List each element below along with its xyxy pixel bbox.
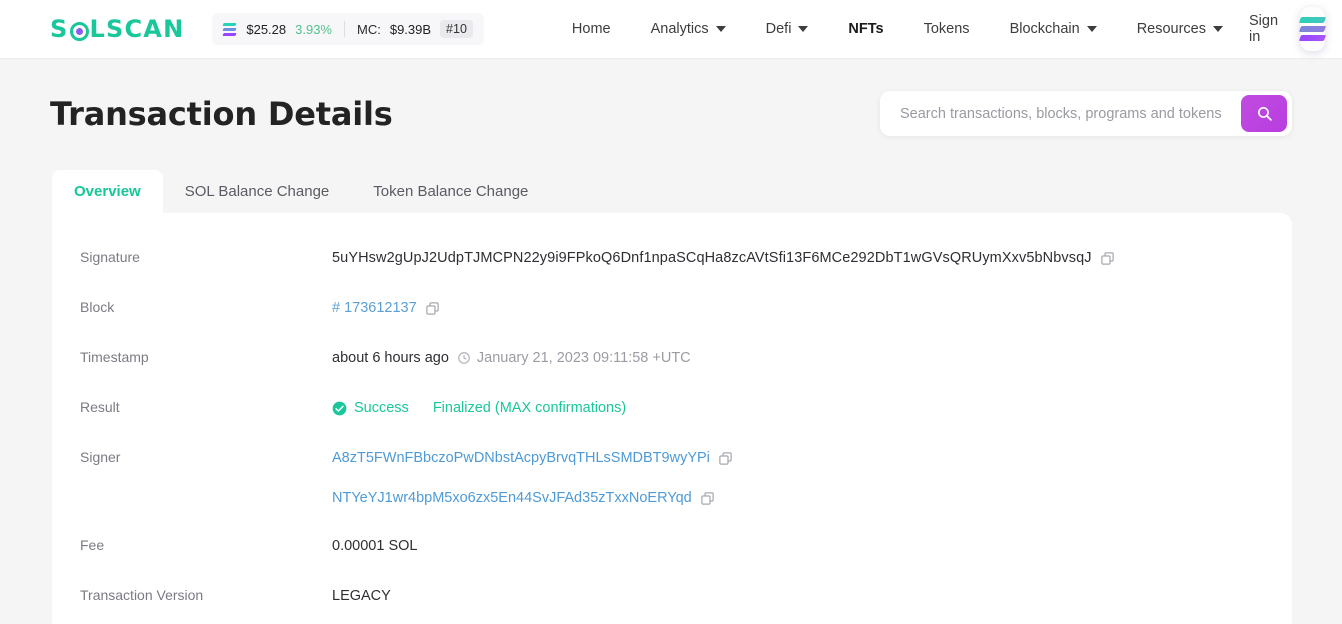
top-navigation-bar: S LSCAN $25.28 3.93% MC: $9.39B #10 Home … <box>0 0 1342 59</box>
signature-value: 5uYHsw2gUpJ2UdpTJMCPN22y9i9FPkoQ6Dnf1npa… <box>332 247 1092 269</box>
search-button[interactable] <box>1241 95 1287 132</box>
tab-label: Token Balance Change <box>373 183 528 200</box>
check-circle-icon <box>332 401 347 416</box>
row-value: about 6 hours ago January 21, 2023 09:11… <box>332 343 691 369</box>
nav-item-defi[interactable]: Defi <box>746 21 829 37</box>
chevron-down-icon <box>1087 26 1097 32</box>
tab-token-balance-change[interactable]: Token Balance Change <box>351 170 550 213</box>
clock-icon <box>457 351 471 365</box>
chevron-down-icon <box>716 26 726 32</box>
tab-label: SOL Balance Change <box>185 183 330 200</box>
nav-item-tokens[interactable]: Tokens <box>904 21 990 37</box>
row-value: LEGACY <box>332 581 391 607</box>
confirmation-status: Finalized (MAX confirmations) <box>433 397 626 419</box>
ticker-divider <box>344 21 345 37</box>
nav-label: Defi <box>766 21 792 37</box>
copy-icon[interactable] <box>700 491 715 506</box>
chevron-down-icon <box>1213 26 1223 32</box>
row-label: Fee <box>80 531 332 553</box>
search-input[interactable] <box>900 106 1241 122</box>
status-text: Success <box>354 397 409 419</box>
row-label: Signature <box>80 243 332 265</box>
search-icon <box>1256 105 1273 122</box>
row-value: 0.00001 SOL <box>332 531 417 557</box>
nav-label: NFTs <box>848 21 883 37</box>
market-cap-value: $9.39B <box>390 22 431 37</box>
signer-address-row: A8zT5FWnFBbczoPwDNbstAcpyBrvqTHLsSMDBT9w… <box>332 443 733 469</box>
nav-item-blockchain[interactable]: Blockchain <box>990 21 1117 37</box>
chevron-down-icon <box>798 26 808 32</box>
nav-label: Home <box>572 21 611 37</box>
sol-price-change: 3.93% <box>295 22 332 37</box>
market-cap-rank: #10 <box>440 20 473 38</box>
row-label: Signer <box>80 443 332 465</box>
row-result: Result Success Finalized (MAX confirmati… <box>80 393 1292 429</box>
block-number-link[interactable]: # 173612137 <box>332 297 417 319</box>
page-header: Transaction Details <box>50 59 1292 136</box>
signer-address-link[interactable]: NTYeYJ1wr4bpM5xo6zx5En44SvJFAd35zTxxNoER… <box>332 487 692 509</box>
nav-item-resources[interactable]: Resources <box>1117 21 1243 37</box>
row-block: Block # 173612137 <box>80 293 1292 329</box>
market-cap-label: MC: <box>357 22 381 37</box>
row-fee: Fee 0.00001 SOL <box>80 531 1292 567</box>
copy-icon[interactable] <box>1100 251 1115 266</box>
tab-overview[interactable]: Overview <box>52 170 163 213</box>
row-signer: Signer A8zT5FWnFBbczoPwDNbstAcpyBrvqTHLs… <box>80 443 1292 509</box>
row-label: Transaction Version <box>80 581 332 603</box>
sol-price: $25.28 <box>246 22 286 37</box>
solana-icon <box>223 23 236 36</box>
tab-bar: Overview SOL Balance Change Token Balanc… <box>50 170 1292 213</box>
row-timestamp: Timestamp about 6 hours ago January 21, … <box>80 343 1292 379</box>
timestamp-absolute: January 21, 2023 09:11:58 +UTC <box>477 347 691 369</box>
logo-o-dot-icon <box>70 22 89 41</box>
sign-in-link[interactable]: Sign in <box>1249 13 1278 45</box>
nav-item-analytics[interactable]: Analytics <box>631 21 746 37</box>
signer-list: A8zT5FWnFBbczoPwDNbstAcpyBrvqTHLsSMDBT9w… <box>332 443 733 509</box>
timestamp-absolute-group: January 21, 2023 09:11:58 +UTC <box>457 347 691 369</box>
nav-item-nfts[interactable]: NFTs <box>828 21 903 37</box>
transaction-details-card: Signature 5uYHsw2gUpJ2UdpTJMCPN22y9i9FPk… <box>52 213 1292 624</box>
copy-icon[interactable] <box>425 301 440 316</box>
row-transaction-version: Transaction Version LEGACY <box>80 581 1292 617</box>
logo-text-left: S <box>50 15 69 43</box>
row-value: # 173612137 <box>332 293 440 319</box>
nav-item-home[interactable]: Home <box>552 21 631 37</box>
nav-label: Blockchain <box>1010 21 1080 37</box>
page-content: Transaction Details Overview SOL Balance… <box>0 59 1342 624</box>
main-nav: Home Analytics Defi NFTs Tokens Blockcha… <box>552 21 1243 37</box>
page-title: Transaction Details <box>50 95 393 133</box>
nav-label: Analytics <box>651 21 709 37</box>
signer-address-link[interactable]: A8zT5FWnFBbczoPwDNbstAcpyBrvqTHLsSMDBT9w… <box>332 447 710 469</box>
row-label: Result <box>80 393 332 415</box>
row-value: 5uYHsw2gUpJ2UdpTJMCPN22y9i9FPkoQ6Dnf1npa… <box>332 243 1115 269</box>
solana-wallet-icon[interactable] <box>1300 7 1325 51</box>
copy-icon[interactable] <box>718 451 733 466</box>
timestamp-relative: about 6 hours ago <box>332 347 449 369</box>
market-ticker[interactable]: $25.28 3.93% MC: $9.39B #10 <box>212 13 484 45</box>
solscan-logo[interactable]: S LSCAN <box>50 15 184 43</box>
nav-label: Resources <box>1137 21 1206 37</box>
tab-sol-balance-change[interactable]: SOL Balance Change <box>163 170 352 213</box>
row-value: Success Finalized (MAX confirmations) <box>332 393 626 419</box>
nav-label: Tokens <box>924 21 970 37</box>
search-bar <box>880 91 1292 136</box>
tab-label: Overview <box>74 183 141 200</box>
row-signature: Signature 5uYHsw2gUpJ2UdpTJMCPN22y9i9FPk… <box>80 243 1292 279</box>
signer-address-row: NTYeYJ1wr4bpM5xo6zx5En44SvJFAd35zTxxNoER… <box>332 483 733 509</box>
logo-text-right: LSCAN <box>90 15 185 43</box>
row-label: Timestamp <box>80 343 332 365</box>
row-label: Block <box>80 293 332 315</box>
status-badge: Success <box>332 397 409 419</box>
